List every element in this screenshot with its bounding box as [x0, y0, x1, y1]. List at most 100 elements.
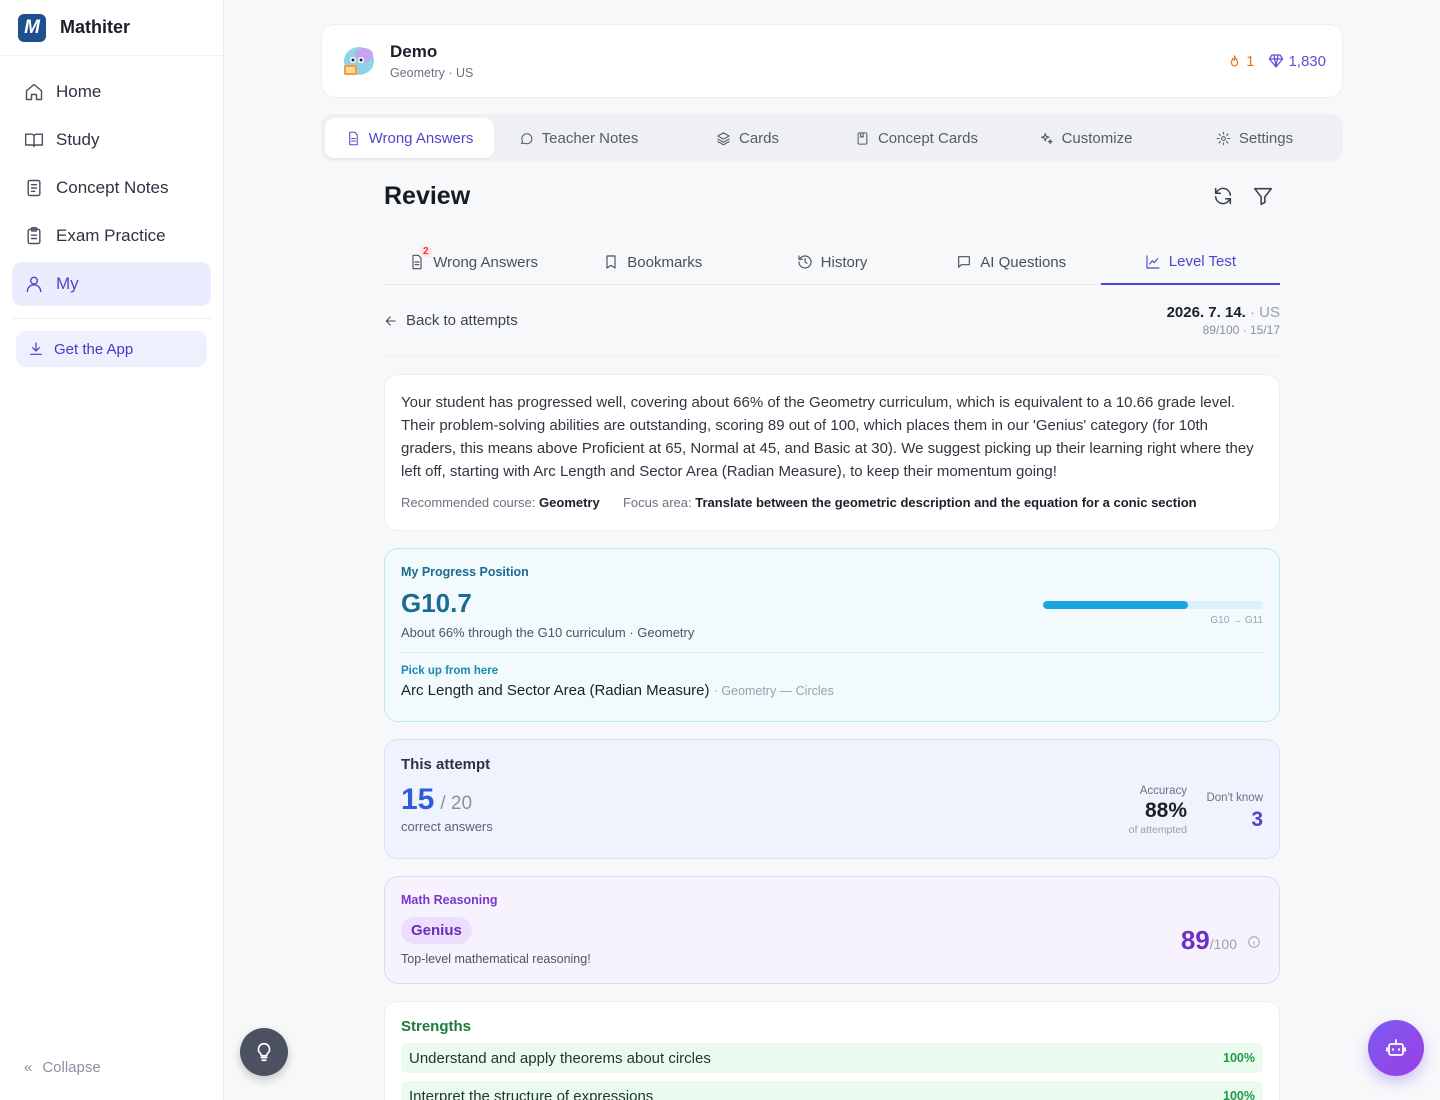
- refresh-icon[interactable]: [1212, 185, 1234, 207]
- sidebar-item-label: Study: [56, 130, 100, 149]
- message-square-icon: [958, 256, 971, 268]
- tab-wrong-answers[interactable]: Wrong Answers: [325, 118, 494, 158]
- reasoning-level-badge: Genius: [401, 917, 472, 944]
- reasoning-label: Math Reasoning: [401, 893, 498, 907]
- sidebar-item-label: Concept Notes: [56, 178, 169, 197]
- tab-label: Teacher Notes: [541, 129, 639, 147]
- chat-bubble-icon: [520, 132, 533, 144]
- math-reasoning-card: Math Reasoning Genius Top-level mathemat…: [384, 876, 1280, 984]
- pickup-context: · Geometry — Circles: [713, 684, 834, 698]
- progress-label: My Progress Position: [401, 565, 529, 579]
- collapse-label: Collapse: [42, 1059, 101, 1076]
- bookmark-icon: [606, 255, 616, 269]
- tab-label: Settings: [1238, 129, 1294, 147]
- streak-counter[interactable]: 1: [1227, 53, 1254, 70]
- get-app-button[interactable]: Get the App: [16, 331, 207, 367]
- double-chevron-left-icon: «: [24, 1059, 33, 1076]
- tab-teacher-notes[interactable]: Teacher Notes: [494, 118, 663, 158]
- info-icon[interactable]: [1247, 935, 1261, 949]
- diamond-icon: [1269, 54, 1284, 68]
- sidebar-divider: [12, 318, 211, 319]
- subtab-history[interactable]: History: [742, 240, 921, 284]
- subtab-ai-questions[interactable]: AI Questions: [922, 240, 1101, 284]
- accuracy-block: Accuracy 88% of attempted: [1129, 785, 1187, 836]
- top-tabs: Wrong Answers Teacher Notes Cards Concep…: [321, 114, 1343, 162]
- pickup-topic-link[interactable]: Arc Length and Sector Area (Radian Measu…: [401, 682, 1263, 699]
- sparkles-icon: [1040, 132, 1053, 144]
- tab-settings[interactable]: Settings: [1170, 118, 1339, 158]
- reasoning-score-value: 89: [1180, 925, 1210, 955]
- clipboard-icon: [27, 226, 41, 245]
- hint-button[interactable]: [240, 1028, 288, 1076]
- tab-customize[interactable]: Customize: [1001, 118, 1170, 158]
- progress-desc: About 66% through the G10 curriculum · G…: [401, 625, 695, 640]
- correct-count: 15: [401, 783, 435, 816]
- review-panel: Review 2 Wrong Answers Bookmarks History…: [384, 176, 1281, 1100]
- app-logo-icon: M: [18, 13, 46, 42]
- this-attempt-card: This attempt 15 / 20 correct answers Acc…: [384, 739, 1280, 859]
- tab-label: Concept Cards: [877, 129, 979, 147]
- arrow-left-icon: [385, 315, 396, 326]
- tab-label: Cards: [738, 129, 779, 147]
- wrong-answers-badge: 2: [420, 246, 432, 257]
- notes-icon: [27, 179, 41, 197]
- pickup-label: Pick up from here: [401, 665, 499, 677]
- accuracy-label: Accuracy: [1139, 785, 1187, 797]
- collapse-button[interactable]: « Collapse: [24, 1059, 101, 1076]
- brand[interactable]: M Mathiter: [0, 0, 223, 56]
- attempt-region: · US: [1250, 304, 1280, 321]
- list-item: Interpret the structure of expressions 1…: [401, 1081, 1263, 1100]
- history-icon: [798, 255, 812, 269]
- bookmark-book-icon: [857, 131, 868, 145]
- download-icon: [30, 342, 42, 355]
- sidebar-item-concept-notes[interactable]: Concept Notes: [12, 166, 211, 210]
- subtab-label: Wrong Answers: [433, 253, 538, 271]
- tab-label: Wrong Answers: [368, 129, 474, 147]
- sidebar-item-my[interactable]: My: [12, 262, 211, 306]
- sidebar-item-study[interactable]: Study: [12, 118, 211, 162]
- focus-label: Focus area:: [622, 495, 692, 510]
- line-chart-icon: [1146, 254, 1160, 269]
- dont-know-value: 3: [1251, 808, 1263, 831]
- strength-pct: 100%: [1223, 1051, 1255, 1065]
- review-subtabs: 2 Wrong Answers Bookmarks History AI Que…: [384, 240, 1281, 285]
- document-icon: [348, 131, 358, 145]
- filter-icon[interactable]: [1252, 185, 1274, 207]
- dont-know-label: Don't know: [1206, 792, 1263, 804]
- sidebar: M Mathiter Home Study Concept Notes Exam…: [0, 0, 224, 1100]
- reasoning-desc: Top-level mathematical reasoning!: [401, 952, 591, 966]
- strengths-title: Strengths: [401, 1018, 472, 1035]
- tab-concept-cards[interactable]: Concept Cards: [832, 118, 1001, 158]
- accuracy-value: 88%: [1144, 799, 1187, 822]
- back-to-attempts-link[interactable]: Back to attempts: [384, 312, 518, 329]
- reasoning-score: 89 /100: [1181, 925, 1261, 956]
- pickup-topic: Arc Length and Sector Area (Radian Measu…: [401, 682, 710, 699]
- subtab-bookmarks[interactable]: Bookmarks: [563, 240, 742, 284]
- dont-know-block: Don't know 3: [1206, 792, 1263, 832]
- subtab-level-test[interactable]: Level Test: [1100, 240, 1281, 285]
- progress-bar-caption: G10 → G11: [1210, 615, 1263, 626]
- tab-cards[interactable]: Cards: [663, 118, 832, 158]
- home-icon: [25, 83, 43, 101]
- course-label: Recommended course:: [401, 495, 536, 510]
- sidebar-nav: Home Study Concept Notes Exam Practice M…: [0, 56, 223, 306]
- gem-counter[interactable]: 1,830: [1268, 53, 1326, 70]
- sidebar-item-exam-practice[interactable]: Exam Practice: [12, 214, 211, 258]
- subtab-wrong-answers[interactable]: 2 Wrong Answers: [384, 240, 563, 284]
- lightbulb-icon: [257, 1042, 271, 1062]
- gear-icon: [1216, 131, 1231, 145]
- sidebar-item-home[interactable]: Home: [12, 70, 211, 114]
- attempt-score: 89/100 · 15/17: [1202, 323, 1280, 337]
- sidebar-item-label: Exam Practice: [56, 226, 166, 245]
- strengths-card: Strengths Understand and apply theorems …: [384, 1001, 1280, 1100]
- attempt-bar: Back to attempts 2026. 7. 14. · US 89/10…: [384, 285, 1280, 357]
- progress-position-card: My Progress Position G10.7 About 66% thr…: [384, 548, 1280, 722]
- accuracy-caption: of attempted: [1128, 824, 1187, 836]
- gem-value: 1,830: [1288, 52, 1326, 70]
- ai-assistant-button[interactable]: [1368, 1020, 1424, 1076]
- back-label: Back to attempts: [406, 312, 518, 329]
- subtab-label: History: [820, 253, 868, 271]
- attempt-date: 2026. 7. 14.: [1166, 304, 1246, 321]
- sidebar-item-label: My: [56, 274, 79, 293]
- avatar[interactable]: [338, 41, 378, 81]
